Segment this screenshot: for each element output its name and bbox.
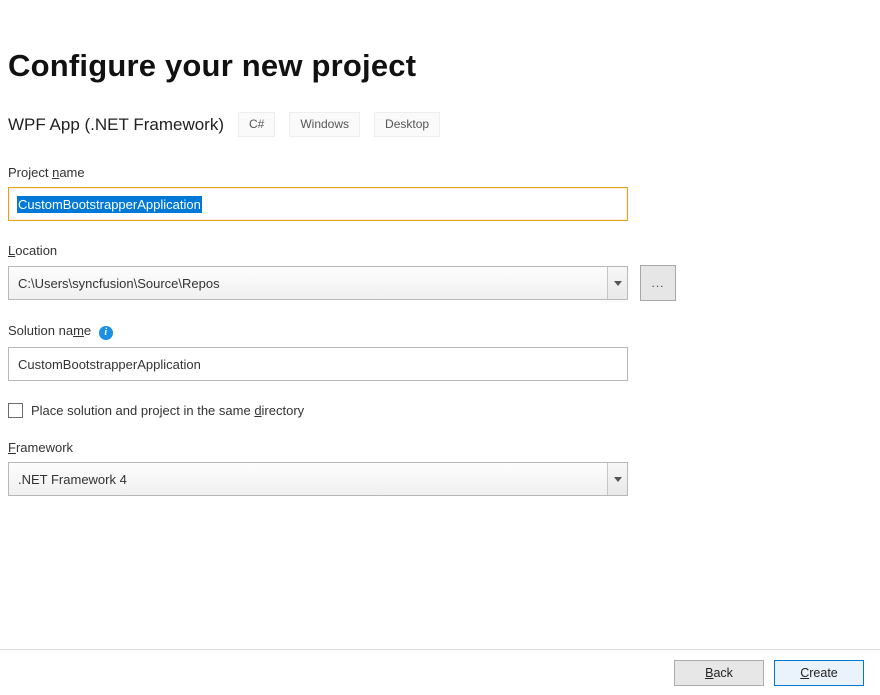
solution-name-group: Solution name i CustomBootstrapperApplic… (8, 323, 872, 381)
location-combo[interactable]: C:\Users\syncfusion\Source\Repos (8, 266, 628, 300)
page-title: Configure your new project (8, 48, 872, 84)
tag-chip: C# (238, 112, 275, 137)
location-dropdown-button[interactable] (607, 267, 627, 299)
info-icon[interactable]: i (99, 326, 113, 340)
project-name-label: Project name (8, 165, 872, 180)
solution-name-label: Solution name i (8, 323, 872, 340)
framework-combo[interactable]: .NET Framework 4 (8, 462, 628, 496)
location-group: Location C:\Users\syncfusion\Source\Repo… (8, 243, 872, 301)
ellipsis-icon: ... (651, 276, 664, 290)
framework-group: Framework .NET Framework 4 (8, 440, 872, 496)
back-button[interactable]: Back (674, 660, 764, 686)
location-value: C:\Users\syncfusion\Source\Repos (9, 276, 607, 291)
location-row: C:\Users\syncfusion\Source\Repos ... (8, 265, 872, 301)
project-name-selected-text: CustomBootstrapperApplication (17, 196, 202, 213)
solution-name-input[interactable]: CustomBootstrapperApplication (8, 347, 628, 381)
tag-chip: Windows (289, 112, 360, 137)
project-name-input[interactable]: CustomBootstrapperApplication (8, 187, 628, 221)
configure-new-project-page: Configure your new project WPF App (.NET… (0, 0, 880, 695)
framework-dropdown-button[interactable] (607, 463, 627, 495)
browse-button[interactable]: ... (640, 265, 676, 301)
chevron-down-icon (614, 477, 622, 482)
solution-name-value: CustomBootstrapperApplication (18, 357, 201, 372)
same-directory-label: Place solution and project in the same d… (31, 403, 304, 418)
create-button[interactable]: Create (774, 660, 864, 686)
same-directory-checkbox[interactable] (8, 403, 23, 418)
template-name: WPF App (.NET Framework) (8, 115, 224, 135)
framework-label: Framework (8, 440, 872, 455)
chevron-down-icon (614, 281, 622, 286)
tag-chip: Desktop (374, 112, 440, 137)
project-name-group: Project name CustomBootstrapperApplicati… (8, 165, 872, 221)
location-label: Location (8, 243, 872, 258)
same-directory-row: Place solution and project in the same d… (8, 403, 872, 418)
footer-bar: Back Create (0, 649, 880, 695)
template-row: WPF App (.NET Framework) C# Windows Desk… (8, 112, 872, 137)
framework-value: .NET Framework 4 (9, 472, 607, 487)
